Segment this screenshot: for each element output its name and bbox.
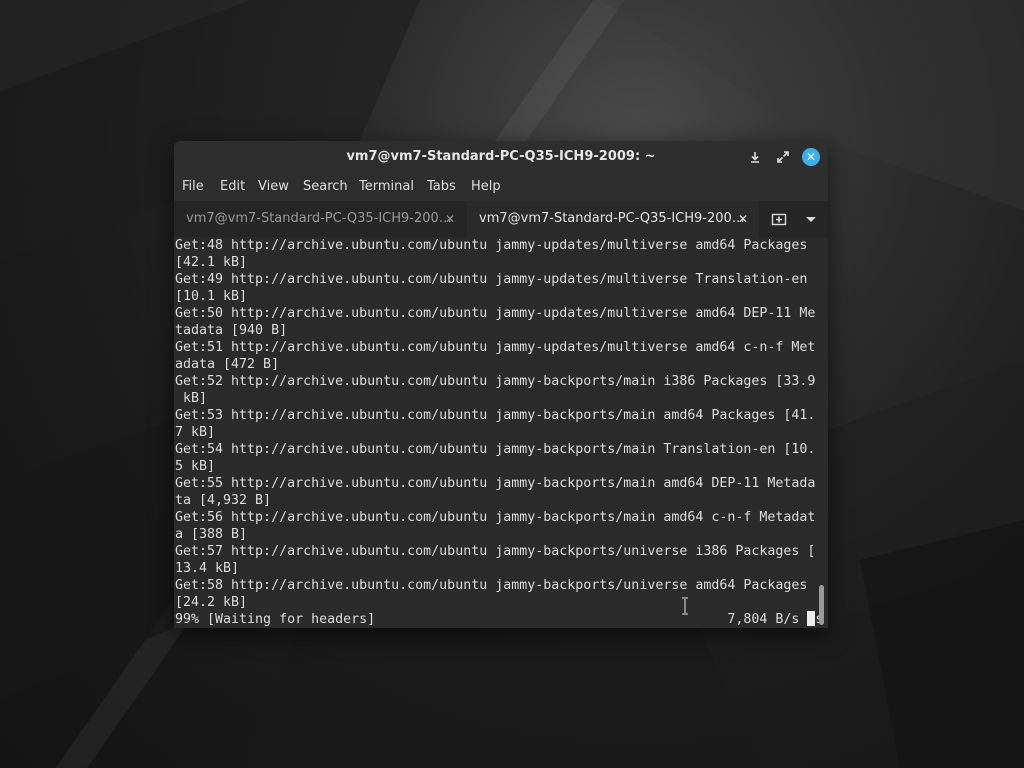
scrollbar-thumb[interactable] <box>819 585 824 625</box>
minimize-icon[interactable] <box>746 148 764 166</box>
tab-2[interactable]: vm7@vm7-Standard-PC-Q35-ICH9-200… ✕ <box>467 201 759 237</box>
menu-view[interactable]: View <box>258 179 289 194</box>
terminal-line: [10.1 kB] <box>175 289 248 304</box>
tab-2-close-icon[interactable]: ✕ <box>738 201 748 237</box>
terminal-line: kB] <box>175 391 208 406</box>
tab-bar: vm7@vm7-Standard-PC-Q35-ICH9-200… ✕ vm7@… <box>174 201 828 237</box>
terminal-line: tadata [940 B] <box>175 323 288 338</box>
terminal-line: [42.1 kB] <box>175 255 248 270</box>
terminal-line: Get:48 http://archive.ubuntu.com/ubuntu … <box>175 238 808 253</box>
terminal-line: Get:52 http://archive.ubuntu.com/ubuntu … <box>175 374 816 389</box>
maximize-icon[interactable] <box>774 148 792 166</box>
terminal-line: 5 kB] <box>175 459 216 474</box>
menu-terminal[interactable]: Terminal <box>359 179 414 194</box>
terminal-line: Get:55 http://archive.ubuntu.com/ubuntu … <box>175 476 816 491</box>
text-cursor <box>807 611 815 626</box>
terminal-line: Get:53 http://archive.ubuntu.com/ubuntu … <box>175 408 816 423</box>
tab-1-close-icon[interactable]: ✕ <box>445 201 455 237</box>
terminal-line: Get:57 http://archive.ubuntu.com/ubuntu … <box>175 544 816 559</box>
terminal-line: Get:49 http://archive.ubuntu.com/ubuntu … <box>175 272 808 287</box>
tab-1-label: vm7@vm7-Standard-PC-Q35-ICH9-200… <box>186 211 452 226</box>
new-tab-icon[interactable] <box>770 210 788 228</box>
window-title: vm7@vm7-Standard-PC-Q35-ICH9-2009: ~ <box>346 149 656 164</box>
ibeam-cursor-icon <box>682 597 688 615</box>
menu-file[interactable]: File <box>182 179 204 194</box>
terminal-line: [24.2 kB] <box>175 595 248 610</box>
terminal-output[interactable]: Get:48 http://archive.ubuntu.com/ubuntu … <box>174 237 828 628</box>
tab-list-dropdown-icon[interactable] <box>802 210 820 228</box>
terminal-line: Get:58 http://archive.ubuntu.com/ubuntu … <box>175 578 808 593</box>
close-icon[interactable]: ✕ <box>802 148 820 166</box>
menu-tabs[interactable]: Tabs <box>427 179 456 194</box>
title-bar[interactable]: vm7@vm7-Standard-PC-Q35-ICH9-2009: ~ ✕ <box>174 141 828 173</box>
menu-search[interactable]: Search <box>303 179 348 194</box>
terminal-status-line: 99% [Waiting for headers] 7,804 B/s 4s <box>175 612 824 627</box>
menu-edit[interactable]: Edit <box>220 179 245 194</box>
terminal-line: 13.4 kB] <box>175 561 240 576</box>
tab-2-label: vm7@vm7-Standard-PC-Q35-ICH9-200… <box>479 211 745 226</box>
terminal-line: adata [472 B] <box>175 357 280 372</box>
terminal-line: 7 kB] <box>175 425 216 440</box>
terminal-line: ta [4,932 B] <box>175 493 272 508</box>
menu-help[interactable]: Help <box>471 179 501 194</box>
menu-bar: File Edit View Search Terminal Tabs Help <box>174 173 828 201</box>
terminal-window: vm7@vm7-Standard-PC-Q35-ICH9-2009: ~ ✕ F… <box>174 141 828 628</box>
terminal-line: Get:56 http://archive.ubuntu.com/ubuntu … <box>175 510 816 525</box>
tab-1[interactable]: vm7@vm7-Standard-PC-Q35-ICH9-200… ✕ <box>174 201 466 237</box>
terminal-line: Get:54 http://archive.ubuntu.com/ubuntu … <box>175 442 816 457</box>
terminal-line: Get:50 http://archive.ubuntu.com/ubuntu … <box>175 306 816 321</box>
terminal-line: a [388 B] <box>175 527 248 542</box>
terminal-line: Get:51 http://archive.ubuntu.com/ubuntu … <box>175 340 816 355</box>
